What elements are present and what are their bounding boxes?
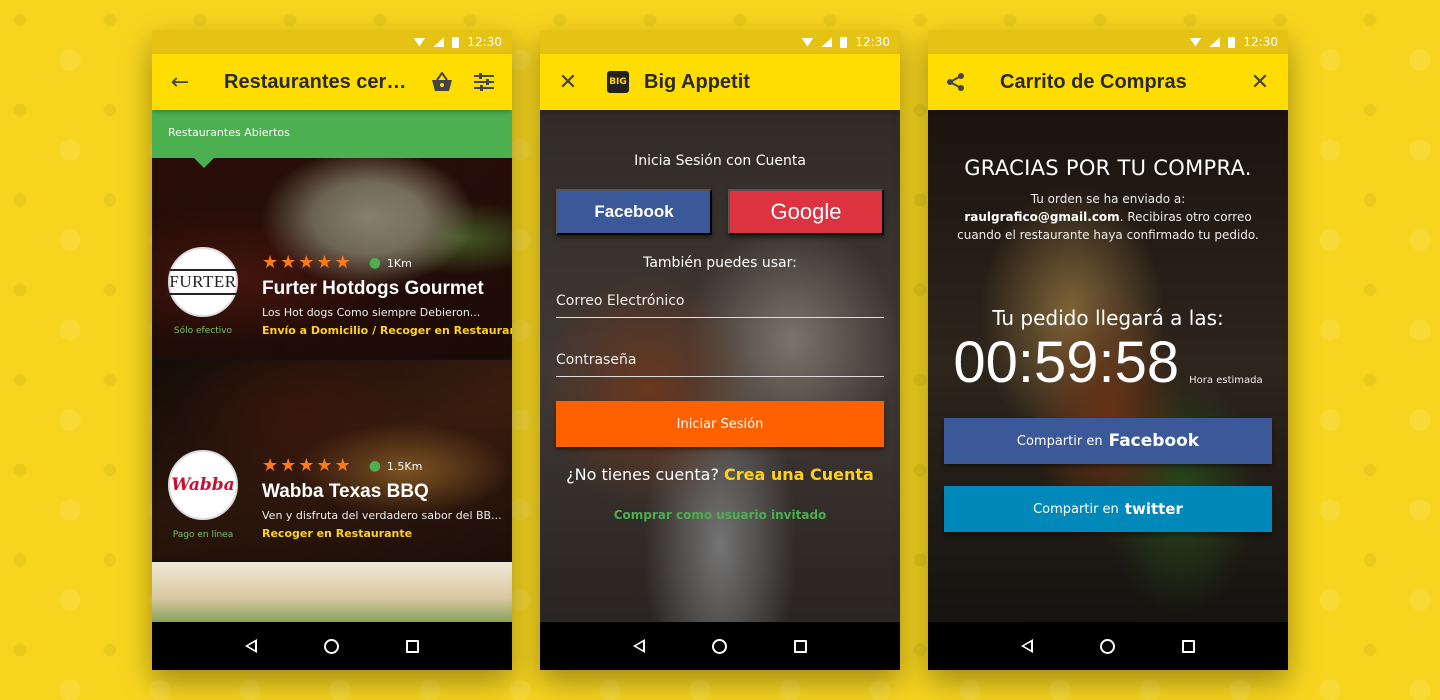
star-icon: ★ <box>262 455 279 476</box>
star-icon: ★ <box>334 455 351 476</box>
payment-label: Pago en línea <box>172 530 234 540</box>
status-bar: 12:30 <box>152 30 512 54</box>
guest-checkout-link[interactable]: Comprar como usuario invitado <box>556 508 884 522</box>
nav-back-icon[interactable] <box>245 639 258 653</box>
status-time: 12:30 <box>855 35 890 49</box>
nav-home-icon[interactable] <box>711 638 727 654</box>
phone-cart: 12:30 Carrito de Compras ✕ GRACIAS POR T… <box>928 30 1288 670</box>
battery-icon <box>840 36 848 48</box>
restaurant-description: Ven y disfruta del verdadero sabor del B… <box>262 509 502 522</box>
app-bar: ✕ BIG Big Appetit <box>540 54 900 110</box>
wifi-icon <box>1189 37 1202 47</box>
nav-recent-icon[interactable] <box>793 639 807 653</box>
big-appetit-logo: BIG <box>606 70 630 94</box>
restaurant-logo: Wabba <box>168 450 238 520</box>
battery-icon <box>1228 36 1236 48</box>
distance: 1Km <box>386 256 412 270</box>
star-icon: ★ <box>262 252 279 273</box>
rating-stars: ★ ★ ★ ★ ★ ● 1Km <box>262 254 502 272</box>
nav-back-icon[interactable] <box>1021 639 1034 653</box>
star-icon: ★ <box>316 455 333 476</box>
page-title: Big Appetit <box>644 70 750 93</box>
restaurant-list: Restaurantes Abiertos FURTER Sólo efecti… <box>152 110 512 622</box>
star-icon: ★ <box>316 252 333 273</box>
wifi-icon <box>413 37 426 47</box>
page-title: Carrito de Compras <box>1000 70 1187 93</box>
order-email: raulgrafico@gmail.com <box>964 210 1120 224</box>
location-pin-icon: ● <box>368 255 381 271</box>
star-icon: ★ <box>280 455 297 476</box>
nav-bar <box>928 622 1288 670</box>
star-icon: ★ <box>334 252 351 273</box>
password-field-wrapper <box>556 352 884 377</box>
star-icon: ★ <box>298 252 315 273</box>
close-icon[interactable]: ✕ <box>556 70 580 95</box>
arrow-back-icon[interactable]: ← <box>168 70 192 95</box>
google-login-button[interactable]: Google <box>728 189 884 235</box>
nav-recent-icon[interactable] <box>405 639 419 653</box>
restaurant-name: Wabba Texas BBQ <box>262 481 429 502</box>
location-pin-icon: ● <box>368 458 381 474</box>
restaurant-card[interactable] <box>152 562 512 622</box>
restaurant-card[interactable]: FURTER Sólo efectivo ★ ★ ★ ★ ★ ● 1Km Fur… <box>152 158 512 358</box>
open-restaurants-banner: Restaurantes Abiertos <box>152 110 512 168</box>
basket-icon[interactable] <box>430 70 454 94</box>
arrival-label: Tu pedido llegará a las: <box>992 306 1224 330</box>
card-image <box>152 562 512 622</box>
email-field[interactable] <box>556 293 884 309</box>
share-facebook-button[interactable]: Compartir en Facebook <box>944 418 1272 464</box>
share-icon[interactable] <box>944 70 968 94</box>
wifi-icon <box>801 37 814 47</box>
login-heading: Inicia Sesión con Cuenta <box>634 153 806 169</box>
thanks-heading: GRACIAS POR TU COMPRA. <box>964 156 1252 180</box>
nav-back-icon[interactable] <box>633 639 646 653</box>
distance: 1.5Km <box>386 459 423 473</box>
signal-icon <box>821 37 833 47</box>
nav-home-icon[interactable] <box>323 638 339 654</box>
delivery-options: Recoger en Restaurante <box>262 527 413 540</box>
restaurant-description: Los Hot dogs Como siempre Debieron... <box>262 306 481 319</box>
restaurant-card[interactable]: Wabba Pago en línea ★ ★ ★ ★ ★ ● 1.5Km Wa… <box>152 360 512 560</box>
no-account-text: ¿No tienes cuenta? <box>566 465 719 484</box>
share-twitter-button[interactable]: Compartir en twitter <box>944 486 1272 532</box>
star-icon: ★ <box>298 455 315 476</box>
rating-stars: ★ ★ ★ ★ ★ ● 1.5Km <box>262 457 502 475</box>
filter-icon[interactable] <box>472 70 496 94</box>
facebook-login-button[interactable]: Facebook <box>556 189 712 235</box>
status-time: 12:30 <box>1243 35 1278 49</box>
nav-recent-icon[interactable] <box>1181 639 1195 653</box>
nav-bar <box>152 622 512 670</box>
order-confirmation: GRACIAS POR TU COMPRA. Tu orden se ha en… <box>928 110 1288 622</box>
app-bar: Carrito de Compras ✕ <box>928 54 1288 110</box>
login-screen: Inicia Sesión con Cuenta Facebook Google… <box>540 110 900 622</box>
order-message: Tu orden se ha enviado a: raulgrafico@gm… <box>957 192 1259 242</box>
close-icon[interactable]: ✕ <box>1248 70 1272 95</box>
nav-home-icon[interactable] <box>1099 638 1115 654</box>
nav-bar <box>540 622 900 670</box>
restaurant-name: Furter Hotdogs Gourmet <box>262 278 484 299</box>
email-field-wrapper <box>556 293 884 318</box>
star-icon: ★ <box>280 252 297 273</box>
password-field[interactable] <box>556 352 884 368</box>
battery-icon <box>452 36 460 48</box>
phone-login: 12:30 ✕ BIG Big Appetit Inicia Sesión co… <box>540 30 900 670</box>
create-account-link[interactable]: Crea una Cuenta <box>724 465 874 484</box>
app-bar: ← Restaurantes cerca... <box>152 54 512 110</box>
payment-label: Sólo efectivo <box>173 326 233 336</box>
status-time: 12:30 <box>467 35 502 49</box>
login-button[interactable]: Iniciar Sesión <box>556 401 884 447</box>
timer-label: Hora estimada <box>1189 375 1263 386</box>
status-bar: 12:30 <box>540 30 900 54</box>
signal-icon <box>433 37 445 47</box>
alt-login-text: También puedes usar: <box>643 255 797 271</box>
page-title: Restaurantes cerca... <box>224 70 414 93</box>
restaurant-logo: FURTER <box>167 247 239 317</box>
status-bar: 12:30 <box>928 30 1288 54</box>
countdown-timer: 00:59:58 <box>953 330 1180 395</box>
signal-icon <box>1209 37 1221 47</box>
delivery-options: Envío a Domicilio / Recoger en Restauran… <box>262 324 512 337</box>
phone-restaurants: 12:30 ← Restaurantes cerca... Restaurant… <box>152 30 512 670</box>
